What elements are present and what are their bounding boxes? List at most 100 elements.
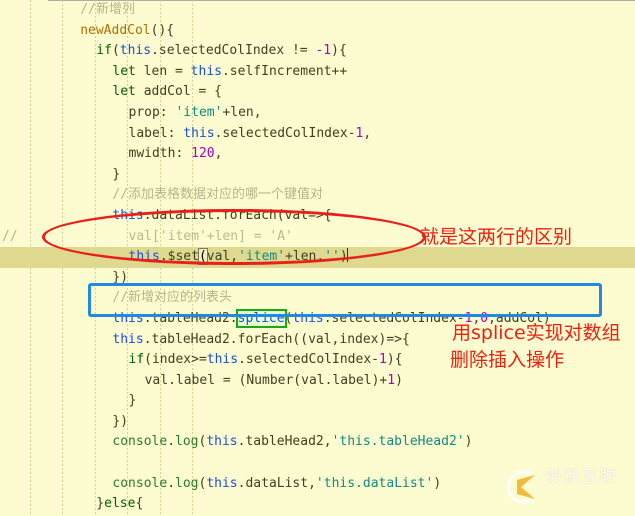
code-line-text: mwidth: 120,: [81, 146, 223, 161]
code-line-text: //添加表格数据对应的哪一个键值对: [64, 187, 323, 202]
code-line[interactable]: console.log(this.tableHead2,'this.tableH…: [0, 432, 635, 453]
code-line[interactable]: }): [0, 268, 635, 289]
code-content[interactable]: //新增列 newAddCol(){if(this.selectedColInde…: [0, 0, 635, 516]
code-token: ): [433, 475, 442, 491]
splice-annotation-label-line2: 删除插入操作: [450, 349, 565, 371]
code-token: mwidth:: [128, 146, 192, 162]
code-line-text: if(index>=this.selectedColIndex-1){: [81, 352, 403, 367]
code-token: }): [112, 413, 129, 429]
code-line[interactable]: //新增列: [0, 0, 635, 21]
code-token: +len,: [222, 104, 262, 120]
code-token: (index>=: [144, 352, 207, 368]
code-token: if: [96, 43, 112, 59]
code-token: {: [135, 496, 144, 512]
code-line-text: this.dataList.forEach(val=>{: [64, 208, 331, 223]
code-line-current[interactable]: this.$set(val,'item'+len,''): [0, 247, 635, 268]
code-token: len =: [135, 63, 191, 79]
code-line[interactable]: }: [0, 391, 635, 412]
code-token: .: [167, 475, 176, 491]
code-line[interactable]: label: this.selectedColIndex-1,: [0, 124, 635, 145]
code-line-text: prop: 'item'+len,: [81, 105, 262, 120]
watermark-cn-text: 创新互联: [545, 466, 617, 487]
code-token: 'this.tableHead2': [331, 434, 465, 450]
line-gutter-comment: //: [2, 228, 18, 244]
code-line[interactable]: val.label = (Number(val.label)+1): [0, 371, 635, 392]
code-token: log: [175, 475, 199, 491]
code-token: ){: [331, 43, 347, 59]
code-line[interactable]: }): [0, 412, 635, 433]
code-token: this: [206, 352, 239, 368]
code-token: 1: [387, 372, 396, 388]
code-token: ): [395, 372, 403, 388]
code-token: .: [167, 434, 176, 450]
code-token: let: [112, 63, 136, 79]
code-token: .selectedColIndex !=: [151, 43, 316, 59]
code-line-text: this.$set(val,'item'+len,''): [81, 248, 348, 266]
code-token: prop:: [128, 104, 176, 120]
code-line-text: }: [64, 167, 120, 182]
code-token: val.label = (Number(val.label)+: [144, 372, 388, 388]
code-token: this: [128, 249, 160, 265]
code-token: this: [112, 331, 144, 347]
code-token: +len,: [285, 249, 325, 265]
code-token: this: [119, 43, 152, 59]
code-token: .tableHead2.: [143, 310, 238, 326]
code-comment: //新增列: [80, 2, 135, 17]
code-token: .selfIncrement++: [221, 63, 348, 79]
code-token: 1: [378, 352, 387, 368]
code-token: .tableHead2,: [237, 434, 332, 450]
code-token: console: [112, 434, 168, 450]
code-line[interactable]: mwidth: 120,: [0, 144, 635, 165]
code-line-text: let len = this.selfIncrement++: [64, 64, 347, 79]
code-token: log: [175, 434, 199, 450]
code-token: this: [112, 207, 144, 223]
code-token: 'item': [175, 104, 223, 120]
code-token: newAddCol: [80, 22, 151, 38]
code-token: this: [292, 310, 324, 326]
code-token: (: [111, 43, 120, 59]
code-token: (){: [150, 22, 175, 38]
code-token: }): [112, 269, 129, 285]
code-line[interactable]: //新增对应的列表头: [0, 288, 635, 309]
code-token: }: [96, 496, 105, 512]
code-token: (: [197, 248, 208, 266]
watermark-pinyin-text: CHUANG XIN HU LIAN: [545, 487, 620, 506]
code-line[interactable]: prop: 'item'+len,: [0, 103, 635, 124]
code-line-text: //新增列: [32, 2, 135, 17]
code-token: if: [128, 352, 145, 368]
code-comment: //新增对应的列表头: [112, 290, 233, 306]
code-token: .selectedColIndex-: [214, 125, 356, 141]
code-token: .tableHead2.forEach((val,index)=>{: [143, 331, 410, 347]
code-line[interactable]: newAddCol(){: [0, 21, 635, 42]
code-line-text: }): [64, 414, 128, 429]
code-token: ){: [386, 352, 403, 368]
code-line-text: console.log(this.dataList,'this.dataList…: [64, 476, 441, 491]
code-line-text: newAddCol(){: [32, 23, 174, 38]
code-line-text: val.label = (Number(val.label)+1): [97, 373, 403, 388]
code-token: ,: [363, 125, 372, 141]
code-token: val,: [206, 249, 239, 265]
code-line-text: label: this.selectedColIndex-1,: [81, 126, 372, 141]
code-line-text: }else{: [48, 496, 143, 511]
code-line[interactable]: if(this.selectedColIndex != -1){: [0, 41, 635, 62]
code-line-text: //新增对应的列表头: [64, 290, 232, 305]
code-token: '': [324, 249, 340, 265]
search-hit-splice[interactable]: splice: [235, 308, 287, 328]
code-token: ,: [214, 146, 223, 162]
code-token: .selectedColIndex-: [323, 310, 465, 326]
code-line[interactable]: let addCol = {: [0, 82, 635, 103]
code-line[interactable]: //添加表格数据对应的哪一个键值对: [0, 185, 635, 206]
code-line[interactable]: let len = this.selfIncrement++: [0, 62, 635, 83]
splice-annotation-label-line1: 用splice实现对数组: [452, 322, 621, 344]
code-token: .selectedColIndex-: [238, 352, 379, 368]
code-token: addCol = {: [135, 84, 222, 100]
code-line[interactable]: this.dataList.forEach(val=>{: [0, 206, 635, 227]
code-editor[interactable]: //新增列 newAddCol(){if(this.selectedColInde…: [0, 0, 635, 516]
code-token: .dataList.forEach(val=>{: [143, 207, 332, 223]
code-line-text: val['item'+len] = 'A': [81, 229, 293, 244]
code-comment: //添加表格数据对应的哪一个键值对: [112, 187, 324, 203]
code-line-text: this.tableHead2.forEach((val,index)=>{: [64, 332, 409, 347]
code-line[interactable]: }: [0, 165, 635, 186]
code-token: 120: [191, 146, 215, 162]
code-line-text: if(this.selectedColIndex != -1){: [48, 43, 346, 58]
